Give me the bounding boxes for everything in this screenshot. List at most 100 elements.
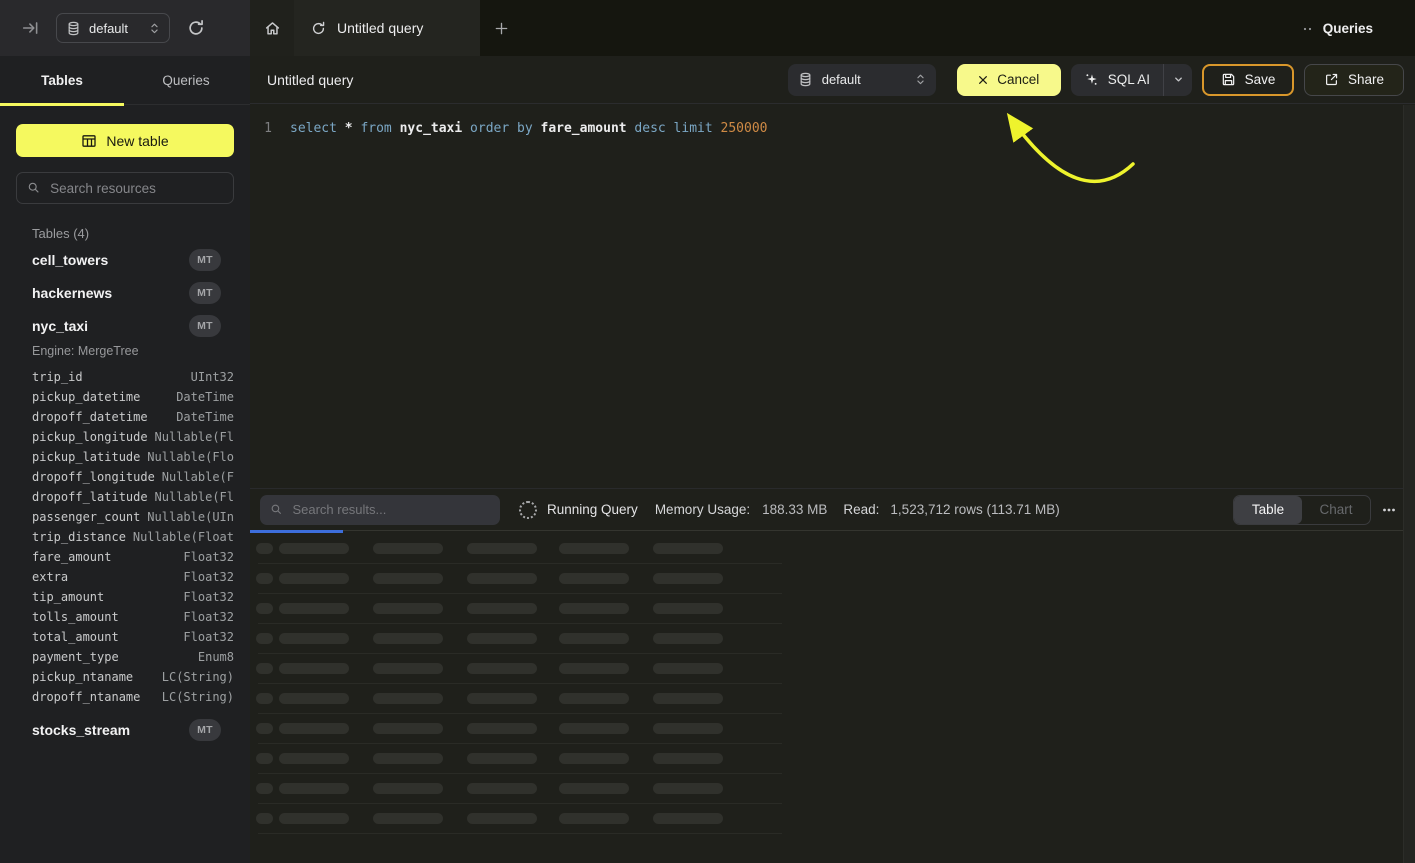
database-icon [66, 21, 81, 36]
collapse-sidebar-icon[interactable] [22, 19, 40, 37]
tables-section-label: Tables (4) [32, 226, 234, 241]
refresh-icon[interactable] [187, 19, 205, 37]
sql-ai-dropdown[interactable] [1163, 64, 1192, 96]
results-search[interactable] [260, 495, 500, 525]
skeleton-cell [559, 783, 629, 794]
table-row-nyc_taxi[interactable]: nyc_taxiMT [32, 313, 234, 339]
new-table-label: New table [106, 133, 168, 149]
skeleton-cell [467, 813, 537, 824]
table-row-hackernews[interactable]: hackernewsMT [32, 280, 234, 306]
home-button[interactable] [250, 0, 294, 56]
scrollbar-track[interactable] [1403, 105, 1415, 863]
memory-usage-label: Memory Usage: [655, 502, 750, 517]
query-running-icon [311, 21, 326, 36]
sql-ai-button[interactable]: SQL AI [1071, 64, 1192, 96]
search-icon [27, 181, 40, 196]
column-type: UInt32 [191, 370, 234, 384]
results-search-input[interactable] [290, 501, 490, 518]
top-bar: default Untitled query [0, 0, 1415, 56]
skeleton-pills [256, 753, 782, 764]
skeleton-cell [653, 753, 723, 764]
skeleton-cell [559, 663, 629, 674]
search-icon [270, 503, 282, 517]
skeleton-cell [256, 723, 273, 734]
resource-search-input[interactable] [48, 180, 223, 197]
skeleton-cell [467, 753, 537, 764]
sql-ai-label: SQL AI [1108, 72, 1150, 87]
tab-strip: Untitled query Queries [250, 0, 1415, 56]
sql-code[interactable]: select * from nyc_taxi order by fare_amo… [290, 120, 767, 137]
skeleton-cell [559, 543, 629, 554]
skeleton-cell [256, 753, 273, 764]
view-toggle: Table Chart [1233, 495, 1371, 525]
queries-link[interactable]: Queries [1302, 0, 1415, 56]
share-button[interactable]: Share [1304, 64, 1404, 96]
column-type: DateTime [176, 390, 234, 404]
sql-token: desc limit [634, 121, 720, 136]
table-row-stocks_stream[interactable]: stocks_streamMT [32, 717, 234, 743]
column-row: pickup_datetimeDateTime [32, 387, 234, 407]
resource-search[interactable] [16, 172, 234, 204]
queries-label: Queries [1323, 21, 1373, 36]
column-row: tolls_amountFloat32 [32, 607, 234, 627]
save-button[interactable]: Save [1202, 64, 1294, 96]
new-tab-button[interactable] [480, 0, 522, 56]
sql-token: order by [470, 121, 540, 136]
column-type: Float32 [183, 630, 234, 644]
skeleton-cell [256, 813, 273, 824]
skeleton-cell [373, 783, 443, 794]
column-row: pickup_longitudeNullable(Fl [32, 427, 234, 447]
query-database-selector[interactable]: default [788, 64, 936, 96]
skeleton-cell [373, 753, 443, 764]
skeleton-cell [467, 603, 537, 614]
code-line[interactable]: 1 select * from nyc_taxi order by fare_a… [250, 105, 1404, 137]
sql-ai-main[interactable]: SQL AI [1071, 64, 1163, 96]
query-status: Running Query [547, 502, 638, 517]
column-name: total_amount [32, 630, 119, 644]
table-name: cell_towers [32, 252, 108, 268]
more-menu-icon[interactable] [1381, 502, 1397, 518]
skeleton-cell [653, 603, 723, 614]
database-selector[interactable]: default [56, 13, 170, 43]
skeleton-cell [279, 813, 349, 824]
results-progress-bar [250, 530, 343, 533]
toggle-chart[interactable]: Chart [1302, 496, 1370, 524]
skeleton-row [256, 813, 782, 843]
column-row: fare_amountFloat32 [32, 547, 234, 567]
plus-icon [494, 21, 509, 36]
skeleton-row [256, 573, 782, 603]
skeleton-pills [256, 603, 782, 614]
column-name: pickup_latitude [32, 450, 140, 464]
skeleton-cell [256, 573, 273, 584]
skeleton-cell [559, 723, 629, 734]
cancel-button[interactable]: Cancel [957, 64, 1061, 96]
toggle-table[interactable]: Table [1234, 496, 1302, 524]
tab-untitled-query[interactable]: Untitled query [294, 0, 480, 56]
top-bar-left: default [0, 0, 250, 56]
sidebar-body: New table Tables (4) cell_towersMThacker… [0, 105, 250, 743]
chevron-down-icon [1173, 74, 1184, 85]
database-icon [798, 72, 813, 87]
share-icon [1324, 72, 1339, 87]
column-name: fare_amount [32, 550, 111, 564]
tab-tables[interactable]: Tables [0, 56, 124, 104]
skeleton-cell [467, 663, 537, 674]
sql-editor[interactable]: 1 select * from nyc_taxi order by fare_a… [250, 105, 1404, 488]
loading-spinner-icon [519, 501, 537, 519]
skeleton-cell [256, 633, 273, 644]
column-row: passenger_countNullable(UIn [32, 507, 234, 527]
column-row: tip_amountFloat32 [32, 587, 234, 607]
skeleton-cell [653, 663, 723, 674]
new-table-button[interactable]: New table [16, 124, 234, 157]
skeleton-cell [559, 603, 629, 614]
skeleton-cell [373, 633, 443, 644]
column-type: Nullable(UIn [147, 510, 234, 524]
table-row-cell_towers[interactable]: cell_towersMT [32, 247, 234, 273]
tab-queries[interactable]: Queries [124, 56, 248, 104]
skeleton-cell [256, 663, 273, 674]
memory-usage-value: 188.33 MB [762, 502, 827, 517]
skeleton-cell [467, 693, 537, 704]
table-name: hackernews [32, 285, 112, 301]
close-icon [978, 75, 988, 85]
skeleton-cell [559, 693, 629, 704]
